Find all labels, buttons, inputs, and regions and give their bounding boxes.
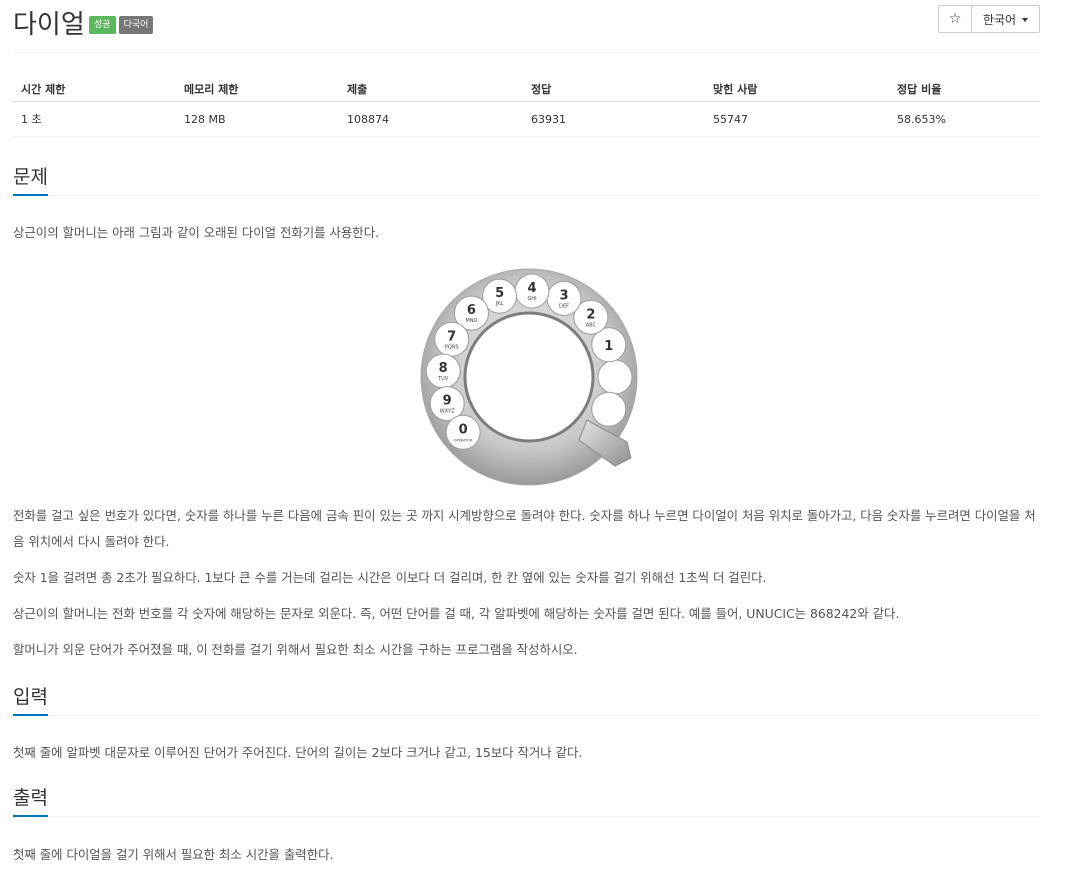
problem-header: 다이얼 성공 다국어 ☆ 한국어: [13, 0, 1040, 53]
dial-digit: 0: [459, 422, 468, 437]
dial-key-8: 8TUV: [425, 353, 461, 389]
section-heading-output: 출력: [13, 786, 1040, 817]
dial-letters: JKL: [495, 301, 504, 307]
problem-paragraph-1: 전화를 걸고 싶은 번호가 있다면, 숫자를 하나를 누른 다음에 금속 핀이 …: [13, 508, 1036, 549]
rotary-dial-svg: 12ABC3DEF4GHI5JKL6MNO7PQRS8TUV9WXYZ0OPER…: [420, 268, 638, 486]
chevron-down-icon: [1022, 18, 1029, 22]
dial-digit: 6: [467, 303, 476, 318]
dial-letters: MNO: [465, 318, 477, 324]
dial-letters: OPERATOR: [454, 438, 473, 442]
dial-letters: DEF: [559, 303, 569, 309]
star-button[interactable]: ☆: [938, 5, 972, 33]
section-title: 출력: [13, 786, 48, 817]
dial-key-7: 7PQRS: [434, 321, 470, 357]
table-row: 1 초 128 MB 108874 63931 55747 58.653%: [13, 101, 1040, 137]
header-buttons: ☆ 한국어: [938, 5, 1040, 33]
table-cell: 63931: [523, 101, 705, 137]
table-cell: 58.653%: [889, 101, 1040, 137]
section-heading-problem: 문제: [13, 165, 1040, 196]
dial-letters: ABC: [586, 322, 597, 328]
dial-digit: 9: [443, 394, 452, 409]
section-heading-input: 입력: [13, 685, 1040, 716]
table-cell: 128 MB: [176, 101, 339, 137]
column-header: 맞힌 사람: [705, 76, 889, 102]
problem-intro: 상근이의 할머니는 아래 그림과 같이 오래된 다이얼 전화기를 사용한다.: [13, 225, 380, 240]
column-header: 메모리 제한: [176, 76, 339, 102]
problem-paragraph-4: 할머니가 외운 단어가 주어졌을 때, 이 전화를 걸기 위해서 필요한 최소 …: [13, 642, 578, 657]
status-badge-success: 성공: [89, 16, 116, 34]
input-description: 첫째 줄에 알파벳 대문자로 이루어진 단어가 주어진다. 단어의 길이는 2보…: [13, 745, 583, 760]
dial-key-3: 3DEF: [546, 280, 582, 316]
table-cell: 55747: [705, 101, 889, 137]
table-cell: 108874: [339, 101, 523, 137]
dial-letters: WXYZ: [440, 409, 455, 415]
problem-page: 다이얼 성공 다국어 ☆ 한국어 시간 제한 메모리 제한 제출 정답 맞힌 사…: [13, 0, 1040, 862]
problem-info-table: 시간 제한 메모리 제한 제출 정답 맞힌 사람 정답 비율 1 초 128 M…: [13, 76, 1040, 137]
star-icon: ☆: [948, 11, 962, 27]
dial-blank-hole: [591, 391, 627, 427]
dial-digit: 3: [559, 288, 568, 303]
dial-digit: 4: [527, 281, 536, 296]
column-header: 정답 비율: [889, 76, 1040, 102]
column-header: 제출: [339, 76, 523, 102]
section-title: 입력: [13, 685, 48, 716]
dial-digit: 7: [447, 329, 456, 344]
dial-blank-hole: [597, 359, 633, 395]
dial-digit: 2: [586, 307, 595, 322]
table-cell: 1 초: [13, 101, 176, 137]
rotary-dial-image: 1 2 ABC 3 DEF 4 GHI 5 JKL 6 MNO 7 PQRS 8 TUV 9 WXYZ 0 OPER…: [409, 262, 649, 498]
dial-letters: GHI: [527, 296, 536, 302]
language-dropdown[interactable]: 한국어: [972, 5, 1040, 33]
dial-letters: PQRS: [445, 344, 459, 350]
section-title: 문제: [13, 165, 48, 196]
problem-paragraph-3: 상근이의 할머니는 전화 번호를 각 숫자에 해당하는 문자로 외운다. 즉, …: [13, 606, 900, 621]
page-title: 다이얼: [13, 10, 85, 40]
dial-key-0: 0OPERATOR: [445, 414, 481, 450]
column-header: 시간 제한: [13, 76, 176, 102]
dial-digit: 1: [604, 339, 613, 354]
dial-letters: TUV: [437, 376, 449, 382]
badge-group: 성공 다국어: [89, 16, 154, 34]
dial-digit: 8: [439, 361, 448, 376]
problem-paragraph-2: 숫자 1을 걸려면 총 2초가 필요하다. 1보다 큰 수를 거는데 걸리는 시…: [13, 570, 767, 585]
column-header: 정답: [523, 76, 705, 102]
dial-key-4: 4GHI: [514, 273, 550, 309]
status-badge-multilang: 다국어: [118, 16, 154, 34]
dial-digit: 5: [495, 286, 504, 301]
language-label: 한국어: [982, 12, 1017, 27]
output-description: 첫째 줄에 다이얼을 걸기 위해서 필요한 최소 시간을 출력한다.: [13, 847, 334, 862]
table-header-row: 시간 제한 메모리 제한 제출 정답 맞힌 사람 정답 비율: [13, 76, 1040, 102]
